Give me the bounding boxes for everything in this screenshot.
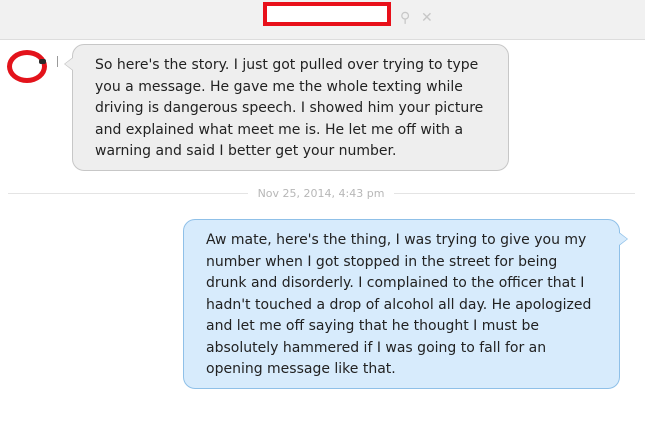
message-marker [57, 56, 58, 67]
message-text: So here's the story. I just got pulled o… [95, 57, 484, 159]
avatar[interactable] [7, 50, 47, 83]
bubble-tail [64, 57, 73, 71]
incoming-message-bubble: So here's the story. I just got pulled o… [64, 44, 509, 171]
close-icon[interactable]: ✕ [421, 10, 433, 26]
outgoing-message-bubble: Aw mate, here's the thing, I was trying … [183, 219, 628, 389]
pin-icon[interactable]: ⚲ [400, 10, 410, 26]
message-text: Aw mate, here's the thing, I was trying … [206, 232, 592, 377]
message-timestamp: Nov 25, 2014, 4:43 pm [248, 186, 394, 201]
avatar-detail [39, 59, 46, 64]
bubble-tail [619, 232, 628, 246]
conversation-header: ⚲ ✕ [0, 0, 645, 40]
redacted-contact-name [263, 2, 391, 26]
